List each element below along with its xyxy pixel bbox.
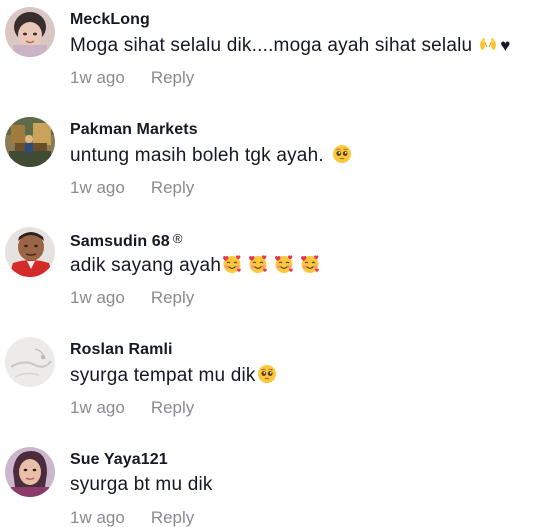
avatar-image (5, 227, 55, 277)
comment-username[interactable]: Sue Yaya121 (70, 451, 168, 469)
comment-item: MeckLong Moga sihat selalu dik....moga a… (0, 0, 542, 110)
pleading-face-emoji (257, 364, 277, 384)
smiling-face-with-hearts-emoji (248, 254, 268, 274)
reply-button[interactable]: Reply (151, 288, 194, 307)
reply-button[interactable]: Reply (151, 178, 194, 197)
comment-text: untung masih boleh tgk ayah. (70, 144, 352, 167)
comment-text-body: syurga tempat mu dik (70, 365, 256, 386)
comment-text-body: untung masih boleh tgk ayah. (70, 145, 324, 166)
black-heart-icon: ♥ (500, 36, 511, 55)
reply-button[interactable]: Reply (151, 68, 194, 87)
comment-timestamp: 1w ago (70, 508, 125, 527)
comment-meta: 1w ago Reply (70, 398, 194, 418)
reply-button[interactable]: Reply (151, 398, 194, 417)
smiling-face-with-hearts-emoji (222, 254, 242, 274)
avatar[interactable] (5, 337, 55, 387)
avatar-image (5, 337, 55, 387)
smiling-face-with-hearts-emoji (274, 254, 294, 274)
avatar[interactable] (5, 7, 55, 57)
comment-text: Moga sihat selalu dik....moga ayah sihat… (70, 34, 511, 57)
comment-timestamp: 1w ago (70, 288, 125, 307)
comment-item: Pakman Markets untung masih boleh tgk ay… (0, 110, 542, 220)
comment-item: Samsudin 68 ® adik sayang ayah 1w ago Re… (0, 220, 542, 330)
comment-username[interactable]: MeckLong (70, 11, 150, 29)
avatar-image (5, 7, 55, 57)
smiling-face-with-hearts-emoji (300, 254, 320, 274)
comment-text: syurga tempat mu dik (70, 364, 277, 387)
comment-meta: 1w ago Reply (70, 68, 194, 88)
comment-username[interactable]: Roslan Ramli (70, 341, 173, 359)
open-hands-emoji (478, 34, 498, 54)
comment-meta: 1w ago Reply (70, 288, 194, 308)
comment-text: syurga bt mu dik (70, 474, 213, 496)
comment-timestamp: 1w ago (70, 178, 125, 197)
comment-text: adik sayang ayah (70, 254, 320, 277)
comment-text-body: syurga bt mu dik (70, 474, 213, 495)
comment-text-body: adik sayang ayah (70, 255, 222, 276)
comment-username[interactable]: Samsudin 68 ® (70, 231, 183, 251)
reply-button[interactable]: Reply (151, 508, 194, 527)
comment-text-body: Moga sihat selalu dik....moga ayah sihat… (70, 35, 473, 56)
comment-username-text: Samsudin 68 (70, 233, 170, 250)
registered-badge: ® (172, 231, 183, 246)
comment-username[interactable]: Pakman Markets (70, 121, 198, 139)
avatar[interactable] (5, 117, 55, 167)
comment-list: MeckLong Moga sihat selalu dik....moga a… (0, 0, 542, 527)
avatar-image (5, 117, 55, 167)
pleading-face-emoji (332, 144, 352, 164)
comment-meta: 1w ago Reply (70, 508, 194, 527)
comment-timestamp: 1w ago (70, 68, 125, 87)
comment-meta: 1w ago Reply (70, 178, 194, 198)
avatar[interactable] (5, 447, 55, 497)
comment-item: Roslan Ramli syurga tempat mu dik 1w ago… (0, 330, 542, 440)
avatar-image (5, 447, 55, 497)
comment-timestamp: 1w ago (70, 398, 125, 417)
avatar[interactable] (5, 227, 55, 277)
comment-item: Sue Yaya121 syurga bt mu dik 1w ago Reply (0, 440, 542, 527)
